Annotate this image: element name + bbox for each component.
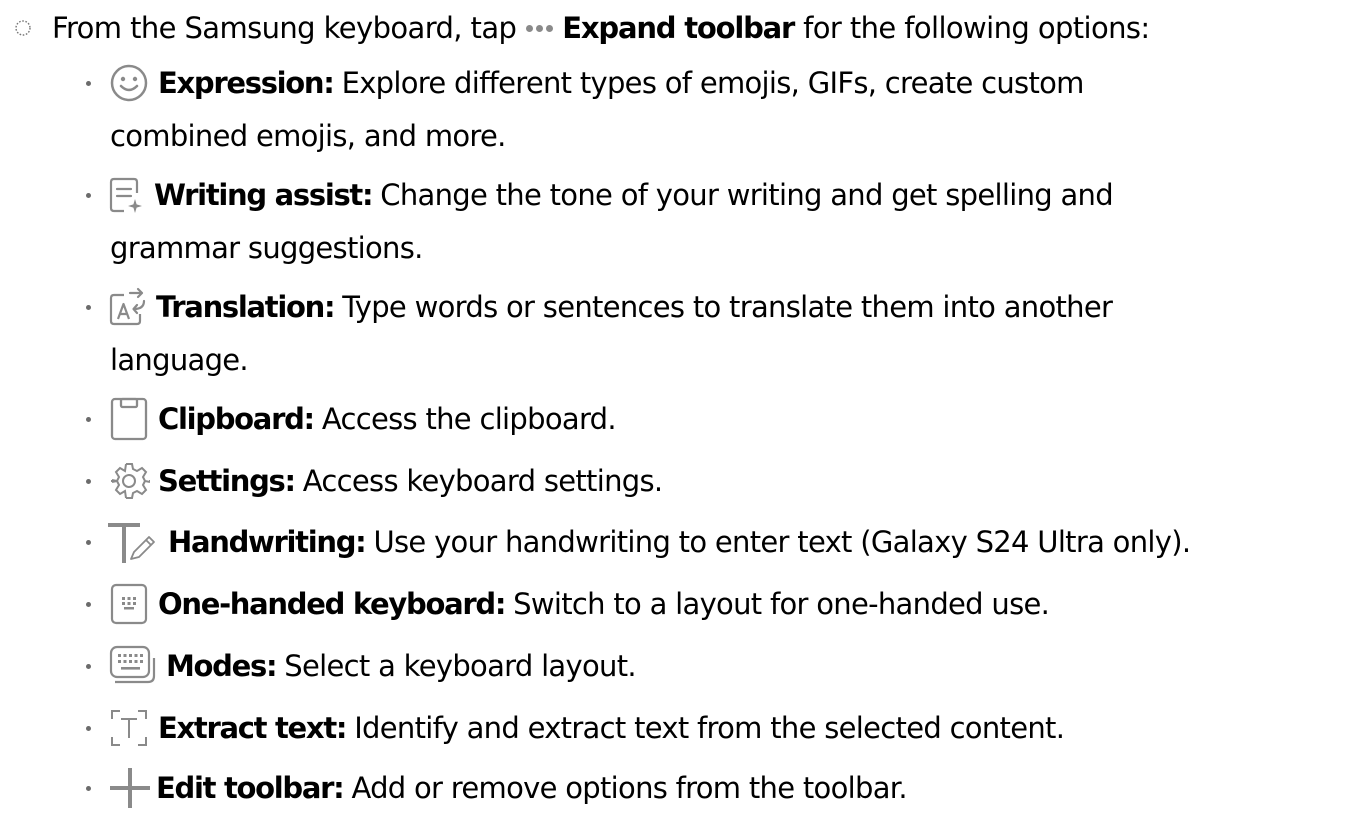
list-item: Modes: Select a keyboard layout. [78, 642, 1298, 690]
item-label: Expression: [158, 66, 335, 100]
extract-text-icon [111, 710, 147, 746]
list-item: Clipboard: Access the clipboard. [78, 395, 1298, 443]
smiley-face-icon [110, 64, 148, 102]
item-label: One-handed keyboard: [158, 587, 506, 621]
bullet [86, 539, 91, 545]
item-label: Translation: [156, 290, 336, 324]
bullet [86, 80, 91, 86]
intro-line: From the Samsung keyboard, tap Expand to… [12, 0, 1369, 56]
item-description: Access the clipboard. [321, 402, 617, 436]
item-label: Writing assist: [154, 178, 374, 212]
list-item: Edit toolbar: Add or remove options from… [78, 764, 1298, 812]
item-description: Identify and extract text from the selec… [354, 711, 1065, 745]
intro-text: From the Samsung keyboard, tap [52, 11, 517, 45]
item-description: Use your handwriting to enter text (Gala… [373, 525, 1191, 559]
keyboard-modes-icon [109, 645, 156, 684]
handwriting-icon [108, 523, 155, 563]
item-label: Settings: [158, 464, 296, 498]
plus-icon [110, 768, 150, 808]
gear-icon [111, 463, 150, 499]
bullet [86, 785, 91, 791]
item-label: Extract text: [158, 711, 348, 745]
list-item: Handwriting: Use your handwriting to ent… [78, 518, 1298, 566]
bullet [86, 192, 91, 198]
item-description: Access keyboard settings. [302, 464, 663, 498]
bullet [86, 663, 91, 669]
translate-icon [109, 287, 146, 326]
list-item: One-handed keyboard: Switch to a layout … [78, 580, 1298, 628]
item-description-cont: combined emojis, and more. [110, 119, 506, 153]
item-label: Edit toolbar: [156, 771, 345, 805]
bullet [86, 304, 91, 310]
item-label: Clipboard: [158, 402, 315, 436]
clipboard-icon [110, 397, 148, 441]
list-item: Expression: Explore different types of e… [78, 59, 1298, 165]
circle-bullet-icon [15, 20, 31, 36]
item-label: Handwriting: [168, 525, 367, 559]
expand-toolbar-label: Expand toolbar [562, 11, 795, 45]
bullet [86, 478, 91, 484]
list-item: Settings: Access keyboard settings. [78, 457, 1298, 505]
item-description: Explore different types of emojis, GIFs,… [341, 66, 1085, 100]
list-item: Translation: Type words or sentences to … [78, 283, 1298, 389]
item-description: Select a keyboard layout. [284, 649, 636, 683]
item-description: Change the tone of your writing and get … [380, 178, 1113, 212]
item-description-cont: grammar suggestions. [110, 231, 423, 265]
item-description-cont: language. [110, 343, 249, 377]
bullet [86, 601, 91, 607]
intro-suffix: for the following options: [803, 11, 1150, 45]
one-handed-keyboard-icon [110, 583, 148, 625]
list-item: Extract text: Identify and extract text … [78, 704, 1298, 752]
item-description: Type words or sentences to translate the… [342, 290, 1113, 324]
item-description: Add or remove options from the toolbar. [351, 771, 907, 805]
item-label: Modes: [166, 649, 278, 683]
more-dots-icon [526, 24, 554, 32]
bullet [86, 725, 91, 731]
list-item: Writing assist: Change the tone of your … [78, 171, 1298, 277]
writing-assist-icon [109, 177, 142, 213]
item-description: Switch to a layout for one-handed use. [513, 587, 1050, 621]
bullet [86, 416, 91, 422]
